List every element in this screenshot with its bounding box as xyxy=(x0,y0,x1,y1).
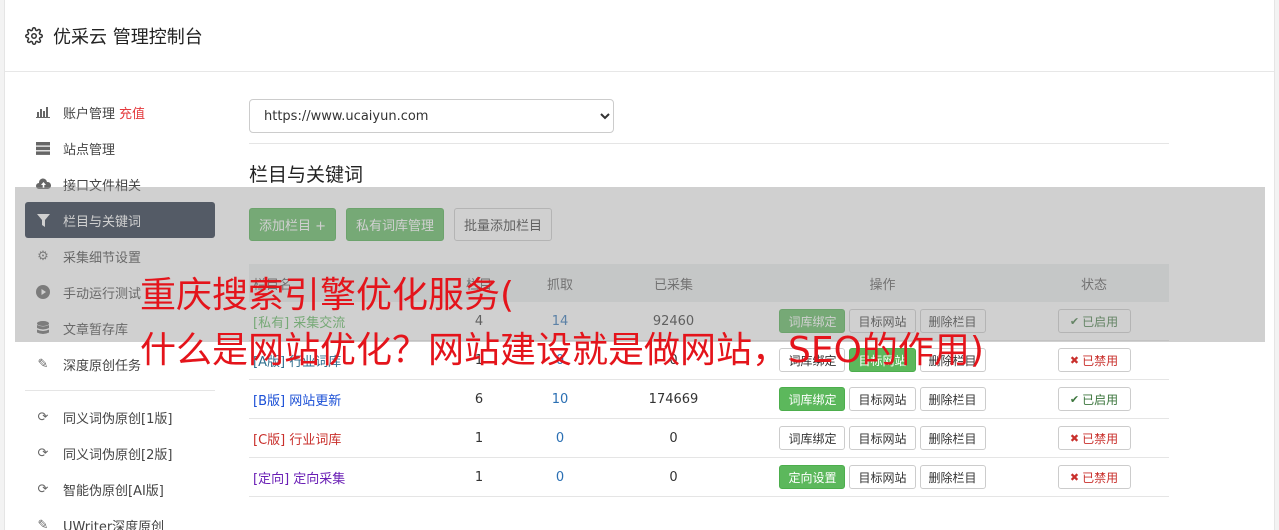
sidebar-item-label: 同义词伪原创[1版] xyxy=(63,411,173,427)
sidebar-item-ai-original[interactable]: ⟳ 智能伪原创[AI版] xyxy=(25,471,215,507)
column-tag: [定向] xyxy=(253,471,290,487)
column-tag: [B版] xyxy=(253,393,286,409)
edit-icon: ✎ xyxy=(37,356,49,372)
table-row: [B版] 网站更新 6 10 174669 词库绑定 目标网站 删除栏目 ✔ 已启… xyxy=(249,380,1169,419)
close-icon: ✖ xyxy=(1069,470,1080,484)
row-actions: 定向设置 目标网站 删除栏目 xyxy=(746,465,1019,489)
overlay-title: 重庆搜索引擎优化服务( 什么是网站优化？网站建设就是做网站，SEO的作用) xyxy=(140,268,1260,378)
section-title: 栏目与关键词 xyxy=(249,164,364,186)
column-name[interactable]: [B版] 网站更新 xyxy=(249,390,439,409)
table-row: [C版] 行业词库 1 0 0 词库绑定 目标网站 删除栏目 ✖ 已禁用 xyxy=(249,419,1169,458)
top-bar: 优采云 管理控制台 xyxy=(5,0,1274,72)
overlay-line-2: 什么是网站优化？网站建设就是做网站，SEO的作用) xyxy=(140,330,984,371)
column-tag: [C版] xyxy=(253,432,286,448)
sidebar-divider xyxy=(25,390,215,391)
column-count: 6 xyxy=(474,391,484,407)
sidebar-item-label: 同义词伪原创[2版] xyxy=(63,447,173,463)
refresh-icon: ⟳ xyxy=(37,445,49,461)
sidebar-item-label: 站点管理 xyxy=(63,142,116,158)
bind-lib-button[interactable]: 词库绑定 xyxy=(779,387,846,411)
bar-chart-icon xyxy=(35,104,51,120)
fetch-count[interactable]: 0 xyxy=(519,431,601,446)
column-name[interactable]: [定向] 定向采集 xyxy=(249,468,439,487)
overlay-line-1: 重庆搜索引擎优化服务( xyxy=(140,275,515,316)
status-label: 已启用 xyxy=(1082,392,1119,407)
refresh-icon: ⟳ xyxy=(37,481,49,497)
column-count: 1 xyxy=(474,430,484,446)
target-site-button[interactable]: 目标网站 xyxy=(849,426,916,450)
row-status: ✖ 已禁用 xyxy=(1019,465,1169,489)
column-count: 1 xyxy=(474,469,484,485)
sidebar-item-label: UWriter深度原创 xyxy=(63,519,165,530)
sidebar-item-synonym-v2[interactable]: ⟳ 同义词伪原创[2版] xyxy=(25,435,215,471)
sidebar-item-label: 智能伪原创[AI版] xyxy=(63,483,164,499)
main-content: https://www.ucaiyun.com 栏目与关键词 添加栏目 + 私有… xyxy=(249,99,1169,497)
sidebar-item-sites[interactable]: 站点管理 xyxy=(25,130,215,166)
status-label: 已禁用 xyxy=(1082,431,1119,446)
row-actions: 词库绑定 目标网站 删除栏目 xyxy=(746,426,1019,450)
table-row: [定向] 定向采集 1 0 0 定向设置 目标网站 删除栏目 ✖ 已禁用 xyxy=(249,458,1169,497)
site-select[interactable]: https://www.ucaiyun.com xyxy=(249,99,614,133)
sidebar-item-uwriter[interactable]: ✎ UWriter深度原创 xyxy=(25,507,215,530)
sidebar-item-label: 深度原创任务 xyxy=(63,358,142,374)
target-site-button[interactable]: 目标网站 xyxy=(849,387,916,411)
delete-column-button[interactable]: 删除栏目 xyxy=(919,426,986,450)
edit-icon: ✎ xyxy=(37,517,49,530)
gear-icon[interactable] xyxy=(25,26,43,45)
divider xyxy=(249,143,1169,144)
status-toggle[interactable]: ✖ 已禁用 xyxy=(1057,465,1131,489)
delete-column-button[interactable]: 删除栏目 xyxy=(919,387,986,411)
column-name[interactable]: [C版] 行业词库 xyxy=(249,429,439,448)
direct-settings-button[interactable]: 定向设置 xyxy=(779,465,846,489)
row-status: ✖ 已禁用 xyxy=(1019,426,1169,450)
check-icon: ✔ xyxy=(1069,392,1080,406)
fetch-count[interactable]: 10 xyxy=(519,392,601,407)
close-icon: ✖ xyxy=(1069,431,1080,445)
status-toggle[interactable]: ✔ 已启用 xyxy=(1057,387,1131,411)
bind-lib-button[interactable]: 词库绑定 xyxy=(779,426,846,450)
collected-count: 0 xyxy=(669,469,678,485)
row-status: ✔ 已启用 xyxy=(1019,387,1169,411)
sidebar-item-account[interactable]: 账户管理 充值 xyxy=(25,94,215,130)
collected-count: 174669 xyxy=(648,391,699,407)
recharge-link[interactable]: 充值 xyxy=(119,103,145,122)
status-toggle[interactable]: ✖ 已禁用 xyxy=(1057,426,1131,450)
server-icon xyxy=(35,140,51,156)
column-title: 网站更新 xyxy=(289,393,342,409)
fetch-count[interactable]: 0 xyxy=(519,470,601,485)
app-title: 优采云 管理控制台 xyxy=(53,26,203,48)
sidebar-item-synonym-v1[interactable]: ⟳ 同义词伪原创[1版] xyxy=(25,399,215,435)
sidebar-item-label: 账户管理 xyxy=(63,106,116,122)
target-site-button[interactable]: 目标网站 xyxy=(849,465,916,489)
row-actions: 词库绑定 目标网站 删除栏目 xyxy=(746,387,1019,411)
status-label: 已禁用 xyxy=(1082,470,1119,485)
collected-count: 0 xyxy=(669,430,678,446)
column-title: 定向采集 xyxy=(293,471,346,487)
refresh-icon: ⟳ xyxy=(37,409,49,425)
column-title: 行业词库 xyxy=(289,432,342,448)
delete-column-button[interactable]: 删除栏目 xyxy=(919,465,986,489)
